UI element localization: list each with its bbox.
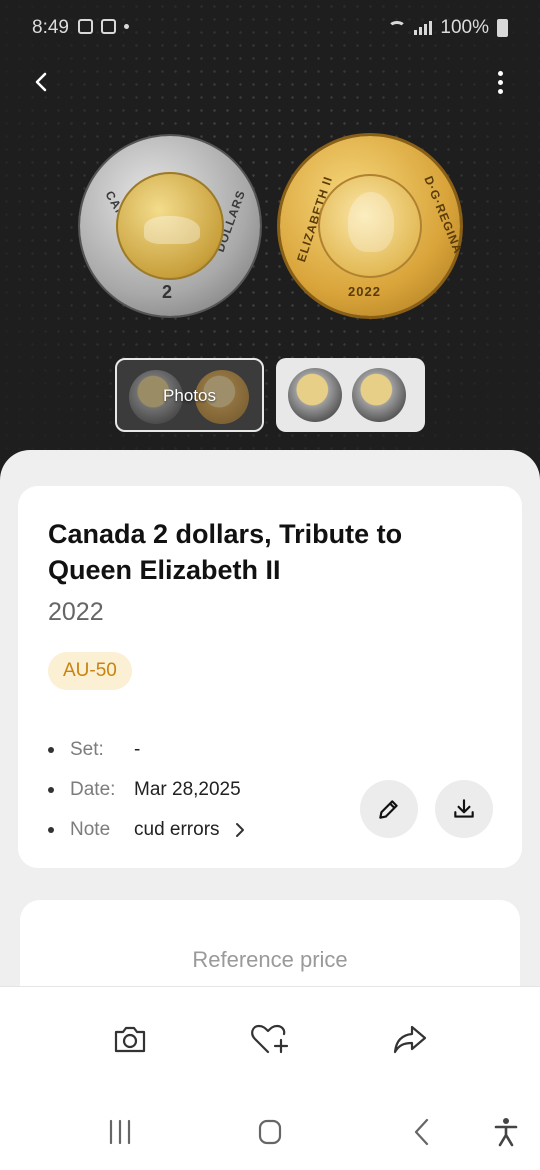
bullet xyxy=(48,827,54,833)
battery-icon xyxy=(497,19,508,37)
polar-bear-icon xyxy=(144,216,200,244)
queen-portrait-icon xyxy=(348,192,394,252)
camera-icon xyxy=(114,1026,146,1053)
notification-dot-icon xyxy=(124,24,129,29)
notification-icons xyxy=(78,19,129,34)
thumb-coin-image xyxy=(288,368,342,422)
detail-value: cud errors xyxy=(134,819,220,840)
signal-icon xyxy=(414,21,433,35)
coin-core xyxy=(318,174,422,278)
coin-obverse-image[interactable]: ELIZABETH II D·G·REGINA 2022 xyxy=(280,136,465,316)
edit-button[interactable] xyxy=(360,780,418,838)
detail-label: Note xyxy=(70,819,111,840)
chevron-left-icon xyxy=(35,72,47,92)
home-button[interactable] xyxy=(252,1116,288,1148)
camera-button[interactable] xyxy=(108,1017,152,1061)
reference-price-label: Reference price xyxy=(192,947,348,972)
wifi-icon xyxy=(388,21,407,35)
accessibility-button[interactable] xyxy=(488,1116,524,1148)
detail-row-note[interactable]: Note cud errors xyxy=(48,810,246,850)
system-nav-bar xyxy=(0,1088,540,1170)
coin-reverse-image[interactable]: CANADA DOLLARS 2 xyxy=(80,136,260,316)
coin-title: Canada 2 dollars, Tribute to Queen Eliza… xyxy=(48,519,403,585)
more-options-button[interactable] xyxy=(484,64,516,100)
system-back-button[interactable] xyxy=(404,1116,440,1148)
status-bar: 8:49 100% xyxy=(0,0,540,56)
reference-thumbnail[interactable] xyxy=(276,358,425,432)
photos-thumbnail[interactable]: Photos xyxy=(115,358,264,432)
status-right: 100% xyxy=(388,17,508,39)
home-icon xyxy=(258,1119,282,1145)
gallery-icon xyxy=(78,19,93,34)
photos-label: Photos xyxy=(163,386,216,405)
download-icon xyxy=(454,799,474,818)
pencil-icon xyxy=(379,800,398,819)
detail-value: Mar 28,2025 xyxy=(134,779,241,800)
favorite-button[interactable] xyxy=(248,1017,292,1061)
chevron-right-icon xyxy=(234,822,246,838)
detail-list: Set: - Date: Mar 28,2025 Note cud errors xyxy=(48,730,246,850)
coin-hero: 8:49 100% CANADA DOLLARS 2 ELIZABETH II xyxy=(0,0,540,480)
status-time: 8:49 xyxy=(32,17,69,38)
coin-core xyxy=(116,172,224,280)
recents-button[interactable] xyxy=(102,1116,138,1148)
chevron-left-icon xyxy=(414,1118,429,1146)
share-button[interactable] xyxy=(388,1017,432,1061)
bullet xyxy=(48,787,54,793)
detail-label: Set: xyxy=(70,739,104,760)
detail-value: - xyxy=(134,739,141,760)
action-bar xyxy=(0,986,540,1088)
detail-row-set: Set: - xyxy=(48,730,246,770)
grade-badge: AU-50 xyxy=(48,652,132,690)
more-vert-icon xyxy=(497,70,503,76)
back-button[interactable] xyxy=(24,64,60,100)
coin-denomination: 2 xyxy=(162,282,174,302)
share-icon xyxy=(393,1025,427,1054)
coin-year: 2022 xyxy=(48,598,104,626)
bullet xyxy=(48,747,54,753)
thumb-coin-image xyxy=(352,368,406,422)
detail-label: Date: xyxy=(70,779,116,800)
accessibility-icon xyxy=(494,1118,518,1147)
download-button[interactable] xyxy=(435,780,493,838)
recents-icon xyxy=(109,1119,131,1145)
coin-year: 2022 xyxy=(348,284,381,299)
message-icon xyxy=(101,19,116,34)
battery-percent: 100% xyxy=(440,17,489,38)
coin-info-card: Canada 2 dollars, Tribute to Queen Eliza… xyxy=(18,486,522,868)
detail-row-date: Date: Mar 28,2025 xyxy=(48,770,246,810)
heart-plus-icon xyxy=(251,1024,289,1054)
